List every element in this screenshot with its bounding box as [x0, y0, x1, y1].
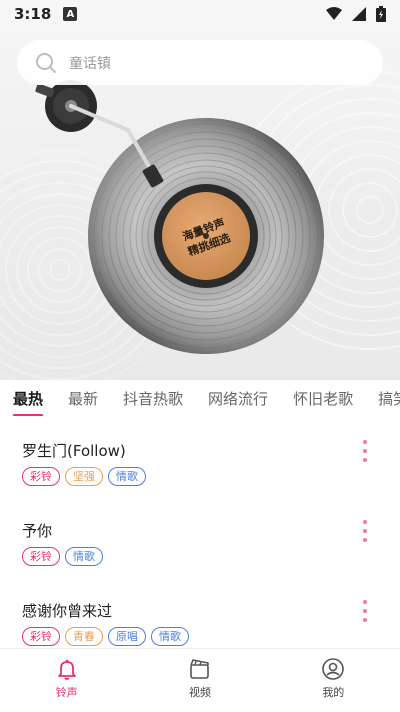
song-tag: 彩铃: [22, 467, 60, 486]
category-tabs: 最热 最新 抖音热歌 网络流行 怀旧老歌 搞笑: [0, 380, 400, 416]
nav-label: 我的: [322, 686, 345, 699]
nav-video[interactable]: 视频: [133, 649, 266, 712]
tonearm-icon: [35, 80, 164, 188]
tab-newest[interactable]: 最新: [68, 388, 98, 409]
more-options-icon[interactable]: [359, 600, 371, 622]
video-clapper-icon: [190, 659, 209, 679]
notification-badge-icon: A: [63, 7, 78, 21]
song-item[interactable]: 感谢你曾来过 彩铃 青春 原唱 情歌: [0, 576, 400, 648]
song-title: 感谢你曾来过: [22, 602, 113, 620]
song-tag: 青春: [65, 627, 103, 646]
song-tag: 原唱: [108, 627, 146, 646]
search-bar[interactable]: 童话镇: [17, 40, 383, 85]
song-tag: 彩铃: [22, 547, 60, 566]
wifi-icon: [326, 7, 342, 20]
battery-icon: [376, 6, 386, 22]
tab-funny[interactable]: 搞笑: [378, 388, 400, 409]
bottom-nav: 铃声 视频 我的: [0, 648, 400, 712]
song-tags: 彩铃 坚强 情歌: [22, 467, 146, 486]
song-tags: 彩铃 情歌: [22, 547, 103, 566]
bell-icon: [57, 659, 76, 680]
tab-douyin-hits[interactable]: 抖音热歌: [123, 388, 183, 409]
tab-classic-oldies[interactable]: 怀旧老歌: [293, 388, 353, 409]
search-placeholder: 童话镇: [69, 55, 111, 72]
song-tag: 彩铃: [22, 627, 60, 646]
song-tags: 彩铃 青春 原唱 情歌: [22, 627, 189, 646]
user-icon: [322, 658, 345, 680]
status-icons: [326, 6, 386, 22]
search-icon: [36, 52, 56, 73]
song-title: 予你: [22, 522, 53, 540]
tab-internet-pop[interactable]: 网络流行: [208, 388, 268, 409]
song-tag: 情歌: [108, 467, 146, 486]
song-tag: 情歌: [151, 627, 189, 646]
status-bar: 3:18 A: [0, 0, 400, 28]
nav-label: 铃声: [55, 686, 78, 699]
song-item[interactable]: 罗生门(Follow) 彩铃 坚强 情歌: [0, 416, 400, 496]
nav-ringtones[interactable]: 铃声: [0, 649, 133, 712]
nav-label: 视频: [188, 686, 211, 699]
signal-icon: [352, 7, 366, 21]
song-tag: 坚强: [65, 467, 103, 486]
more-options-icon[interactable]: [359, 440, 371, 462]
tab-hottest[interactable]: 最热: [13, 388, 44, 416]
song-item[interactable]: 予你 彩铃 情歌: [0, 496, 400, 576]
song-tag: 情歌: [65, 547, 103, 566]
status-time: 3:18: [14, 5, 52, 23]
nav-profile[interactable]: 我的: [267, 649, 400, 712]
more-options-icon[interactable]: [359, 520, 371, 542]
song-title: 罗生门(Follow): [22, 442, 126, 460]
song-list: 罗生门(Follow) 彩铃 坚强 情歌 予你 彩铃 情歌 感谢你曾来过 彩铃 …: [0, 416, 400, 648]
